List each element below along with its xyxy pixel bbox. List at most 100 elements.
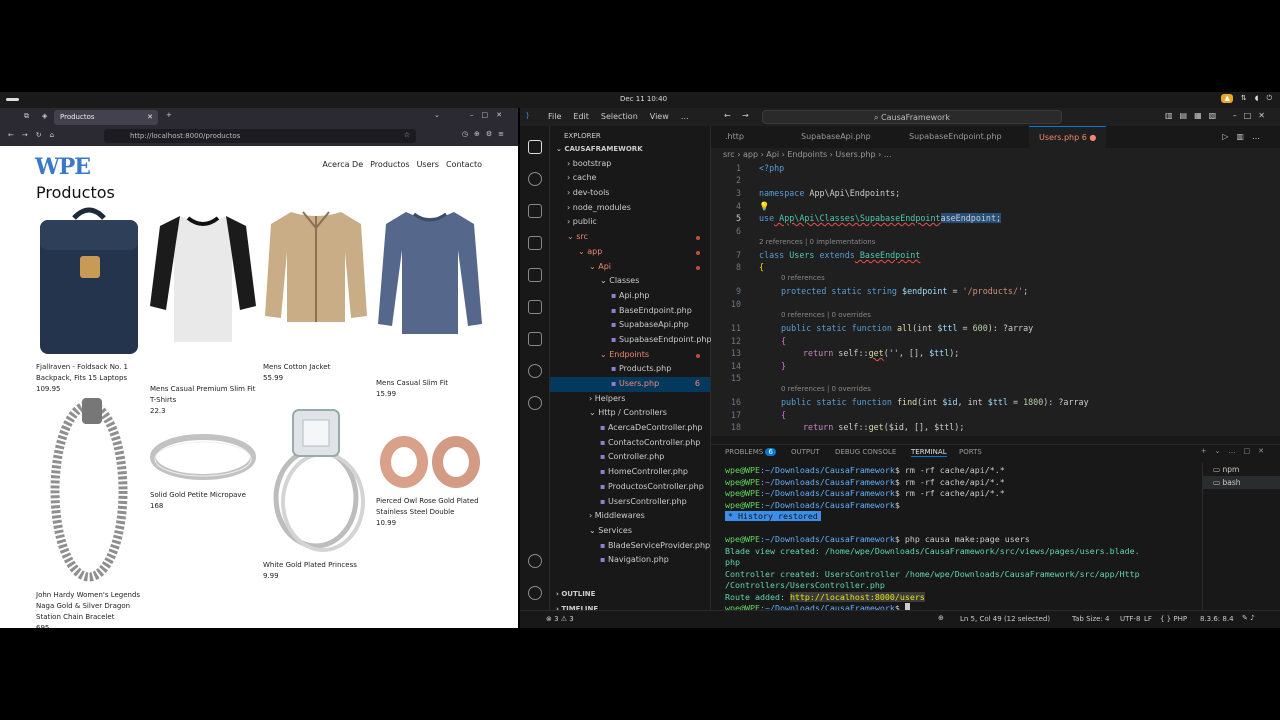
product-card[interactable]: Solid Gold Petite Micropave 168 [150, 490, 250, 512]
tree-file[interactable]: ▪ AcercaDeController.php [550, 421, 710, 436]
nav-link-users[interactable]: Users [417, 160, 439, 169]
tree-file[interactable]: ▪ BladeServiceProvider.php [550, 539, 710, 554]
testing-icon[interactable] [528, 332, 542, 346]
tree-file[interactable]: ▪ Api.php [550, 289, 710, 304]
product-card[interactable]: White Gold Plated Princess 9.99 [263, 560, 363, 582]
tab-supabaseapi[interactable]: SupabaseApi.php [791, 126, 881, 148]
product-image-plugs[interactable] [376, 432, 482, 492]
remote-explorer-icon[interactable] [528, 300, 542, 314]
clock[interactable]: Dec 11 10:40 [620, 95, 667, 103]
codelens[interactable]: 0 references [781, 274, 825, 282]
terminal-session-bash[interactable]: ▭ bash [1203, 476, 1280, 489]
zoom-icon[interactable]: ⊕ [938, 614, 944, 622]
new-tab-icon[interactable]: + [166, 111, 172, 119]
menu-view[interactable]: View [650, 112, 669, 121]
tree-folder[interactable]: ⌄ Services [550, 524, 710, 539]
bookmark-star-icon[interactable]: ☆ [404, 131, 410, 139]
product-image-ring[interactable] [150, 432, 256, 482]
nav-link-productos[interactable]: Productos [370, 160, 409, 169]
thunder-client-icon[interactable] [528, 396, 542, 410]
route-url-link[interactable]: http://localhost:8000/users [789, 591, 925, 602]
product-image-longsleeve[interactable] [376, 206, 482, 336]
tree-file[interactable]: ▪ ProductosController.php [550, 480, 710, 495]
close-tab-icon[interactable]: ✕ [147, 113, 153, 121]
panel-tab-output[interactable]: OUTPUT [791, 448, 820, 456]
tree-file[interactable]: ▪ SupabaseEndpoint.php [550, 333, 712, 348]
nav-link-acerca[interactable]: Acerca De [322, 160, 363, 169]
product-image-bracelet[interactable] [36, 396, 142, 586]
breadcrumb[interactable]: src › app › Api › Endpoints › Users.php … [711, 148, 1280, 162]
status-encoding[interactable]: UTF-8 [1120, 615, 1140, 623]
layout-and-window-controls[interactable]: ▥▤▦▧ –□✕ [1165, 111, 1272, 120]
tab-users-active[interactable]: Users.php 6 ● [1029, 126, 1107, 148]
account-icon[interactable] [528, 554, 542, 568]
tree-folder[interactable]: ⌄ Classes [550, 274, 710, 289]
product-image-princess-ring[interactable] [263, 398, 369, 554]
site-logo[interactable]: WPE [35, 154, 91, 180]
tree-folder[interactable]: › cache [550, 171, 710, 186]
panel-tab-problems[interactable]: PROBLEMS 6 [725, 448, 776, 456]
network-icon[interactable]: ⇅ [1241, 94, 1247, 103]
product-image-tshirt[interactable] [150, 206, 256, 346]
activities-button[interactable] [6, 98, 19, 101]
status-tab-size[interactable]: Tab Size: 4 [1072, 615, 1109, 623]
status-position[interactable]: Ln 5, Col 49 (12 selected) [960, 615, 1050, 623]
search-icon[interactable] [528, 172, 542, 186]
toolbar-icons[interactable]: ◷⊕⚙≡ [462, 130, 510, 138]
tab-supabaseendpoint[interactable]: SupabaseEndpoint.php [899, 126, 1012, 148]
tree-file[interactable]: ▪ BaseEndpoint.php [550, 304, 710, 319]
codelens[interactable]: 0 references | 0 overrides [781, 385, 871, 393]
editor-actions[interactable]: ▷▥… [1222, 132, 1268, 141]
panel-tab-debug-console[interactable]: DEBUG CONSOLE [835, 448, 896, 456]
codelens[interactable]: 2 references | 0 implementations [759, 238, 875, 246]
tree-file[interactable]: ▪ SupabaseApi.php [550, 318, 710, 333]
status-php-version[interactable]: 8.3.6: 8.4 [1200, 615, 1234, 623]
product-card[interactable]: Mens Cotton Jacket 55.99 [263, 362, 363, 384]
menu-selection[interactable]: Selection [601, 112, 638, 121]
command-center-search[interactable]: ⌕ CausaFramework [762, 110, 1062, 124]
system-tray[interactable]: ▲ ⇅ ◖ ⏻ [1221, 94, 1272, 103]
tab-icon[interactable]: ⧉ [24, 112, 29, 121]
tree-file[interactable]: ▪ HomeController.php [550, 465, 710, 480]
product-card[interactable]: Pierced Owl Rose Gold Plated Stainless S… [376, 496, 484, 529]
source-control-icon[interactable] [528, 204, 542, 218]
menu-file[interactable]: File [548, 112, 561, 121]
product-image-jacket[interactable] [263, 206, 369, 326]
tree-file[interactable]: ▪ Navigation.php [550, 553, 710, 568]
tree-folder[interactable]: ⌄ Http / Controllers [550, 406, 710, 421]
tree-folder[interactable]: › node_modules [550, 201, 710, 216]
status-language[interactable]: { } PHP [1160, 615, 1187, 623]
tree-folder[interactable]: ⌄ src [550, 230, 710, 245]
outline-section[interactable]: › OUTLINE [550, 590, 711, 598]
tree-folder[interactable]: › dev-tools [550, 186, 710, 201]
tree-file[interactable]: ▪ UsersController.php [550, 495, 710, 510]
panel-actions[interactable]: +⌄…□✕ [1201, 447, 1272, 455]
product-card[interactable]: Mens Casual Premium Slim Fit T-Shirts 22… [150, 384, 256, 417]
tree-file[interactable]: ▪ Users.php 6 [550, 377, 710, 392]
tree-folder[interactable]: › bootstrap [550, 157, 710, 172]
extensions-icon[interactable] [528, 268, 542, 282]
explorer-icon[interactable] [528, 140, 542, 154]
volume-icon[interactable]: ◖ [1255, 94, 1259, 103]
terminal-output[interactable]: wpe@WPE:~/Downloads/CausaFramework$ rm -… [725, 465, 1195, 615]
window-controls[interactable]: –□✕ [470, 111, 510, 119]
run-debug-icon[interactable] [528, 236, 542, 250]
update-icon[interactable]: ▲ [1221, 94, 1233, 103]
notifications-bell-icon[interactable]: ✎ ♪ [1242, 614, 1255, 622]
panel-tab-terminal[interactable]: TERMINAL [911, 448, 947, 457]
panel-tab-ports[interactable]: PORTS [959, 448, 982, 456]
nav-link-contacto[interactable]: Contacto [446, 160, 482, 169]
status-eol[interactable]: LF [1144, 615, 1152, 623]
settings-gear-icon[interactable] [528, 586, 542, 600]
tree-file[interactable]: ▪ Products.php [550, 362, 710, 377]
url-bar[interactable]: http://localhost:8000/productos ☆ [104, 129, 416, 143]
firefox-view-icon[interactable]: ◈ [42, 112, 47, 120]
tab-list-icon[interactable]: ⌄ [434, 111, 440, 119]
tree-file[interactable]: ▪ Controller.php [550, 450, 710, 465]
menu-more-icon[interactable]: … [681, 112, 689, 121]
power-icon[interactable]: ⏻ [1266, 94, 1272, 103]
tree-folder[interactable]: ⌄ app [550, 245, 710, 260]
codelens[interactable]: 0 references | 0 overrides [781, 311, 871, 319]
product-card[interactable]: John Hardy Women's Legends Naga Gold & S… [36, 590, 146, 628]
workspace-root[interactable]: ⌄ CAUSAFRAMEWORK [550, 142, 710, 157]
